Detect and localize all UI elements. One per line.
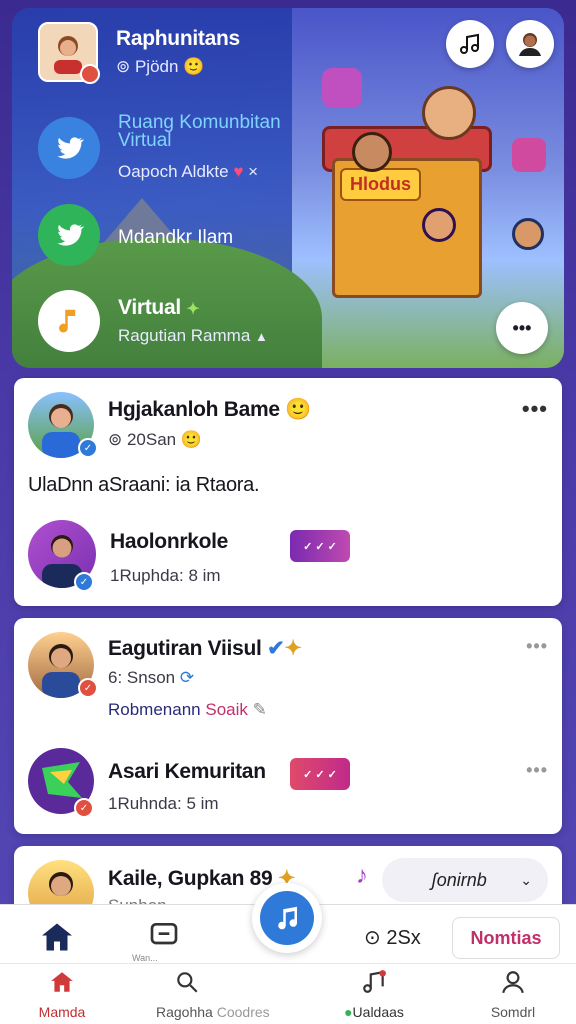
counter[interactable]: ⊙ 2Sx [364,925,421,950]
post-card[interactable]: ✓ Hgjakanloh Bame 🙂 ⊚ 20San 🙂 ••• UlaDnn… [14,378,562,606]
sub-item-title: Haolonrkole [110,530,229,553]
character-figure [352,132,392,172]
nomtias-button[interactable]: Nomtias [452,917,560,959]
nav-label: Mamda [38,1004,86,1020]
home-button[interactable] [38,919,76,960]
post-meta: ⊚ 20San 🙂 [108,430,203,449]
profile-avatar-button[interactable] [506,20,554,68]
bottom-bar: Wan... ⊙ 2Sx Nomtias Mamda Ragohha Coodr… [0,883,576,1024]
dropdown-value: ʃonirnb [431,869,487,890]
hero-item[interactable]: Ruang Komunbitan Virtual Oapoch Aldkte ♥… [38,112,308,182]
chat-button[interactable] [148,919,180,956]
sub-item-meta: 1Ruphda: 8 im [110,566,221,585]
post-title: Eagutiran Viisul ✔✦ [108,637,302,660]
post-link-line: Robmenann Soaik ✎ [108,700,267,719]
search-icon [177,972,198,993]
music-note-icon: ♪ [356,862,368,889]
person-icon [519,33,541,56]
sparkle-icon: ✦ [284,637,302,660]
nav-item-profile[interactable]: Somdrl [480,969,546,1020]
hero-item[interactable]: Raphunitans ⊚ Pjödn 🙂 [38,22,240,84]
nav-label: Coodres [216,1004,270,1020]
twitter-icon [38,117,100,179]
nav-item-music[interactable]: ●Ualdaas [338,969,410,1020]
nav-item-home[interactable]: Mamda [34,969,90,1020]
nav-label: Ragohha [156,1004,213,1020]
refresh-icon: ⟳ [179,668,195,687]
badge-icon: ✓ [74,798,94,818]
music-note-icon [260,891,314,945]
sub-item-meta: 1Ruhnda: 5 im [108,794,219,813]
badge-icon [80,64,100,84]
hero-item-subtitle: Oapoch Aldkte [118,162,229,181]
twitter-icon [38,204,100,266]
music-note-icon [38,290,100,352]
more-options-icon[interactable]: ••• [526,760,548,781]
status-dot-icon: ● [344,1004,353,1020]
scene-sign: Hlodus [340,168,421,201]
play-button[interactable] [252,883,322,953]
hero-item-subtitle: ⊚ Pjödn 🙂 [116,57,205,76]
close-mark: × [248,162,259,181]
more-icon: ••• [512,317,532,338]
hero-item-title: Raphunitans [116,27,240,50]
hero-item[interactable]: Virtual ✦ Ragutian Ramma ▲ [38,290,268,352]
sparkle-icon: ✦ [186,301,200,318]
nav-item-search[interactable]: Ragohha Coodres [156,969,296,1020]
post-body: UlaDnn aSraani: ia Rtaora. [28,474,260,496]
nav-label: Ualdaas [352,1004,404,1020]
sub-item-title: Asari Kemuritan [108,760,266,783]
post-meta: 6: Snson ⟳ [108,668,195,687]
avatar [38,22,100,84]
music-note-icon [460,33,479,54]
hero-item-subtitle: Ragutian Ramma ▲ [118,326,268,345]
hero-item-title: Ruang Komunbitan Virtual [118,112,281,151]
badge-icon: ✓ [78,678,98,698]
nav-label: Somdrl [490,1004,536,1020]
chevron-down-icon: ⌄ [520,871,532,888]
character-figure [322,68,362,108]
hero-item-title: Virtual ✦ [118,296,200,319]
sticker: ✓ ✓ ✓ [290,758,350,790]
chat-label: Wan... [132,953,158,963]
character-figure [422,86,476,140]
more-options-icon[interactable]: ••• [522,396,548,422]
more-options-icon[interactable]: ••• [526,636,548,657]
post-card[interactable]: ✓ Eagutiran Viisul ✔✦ 6: Snson ⟳ Robmena… [14,618,562,834]
hero-banner: Hlodus Raphunitans ⊚ Pjödn 🙂 Ruang Komun… [12,8,564,368]
chat-icon [150,923,178,945]
home-icon [51,972,73,992]
music-icon [363,970,386,993]
verified-badge-icon: ✓ [74,572,94,592]
pin-icon: ✎ [252,700,267,719]
verified-badge-icon: ✓ [78,438,98,458]
character-figure [512,218,544,250]
dropdown[interactable]: ʃonirnb ⌄ [382,858,548,902]
home-icon [42,923,72,951]
post-title: Hgjakanloh Bame 🙂 [108,398,312,421]
profile-icon [502,971,524,994]
character-figure [512,138,546,172]
heart-icon: ♥ [233,162,244,181]
hero-item[interactable]: Mdandkr Ilam [38,204,233,266]
more-button[interactable]: ••• [496,302,548,354]
sticker: ✓ ✓ ✓ [290,530,350,562]
hero-item-title: Mdandkr Ilam [118,227,234,248]
verified-check-icon: ✔ [267,637,285,660]
post-link[interactable]: Soaik [205,700,248,719]
post-title: Kaile, Gupkan 89 ✦ [108,867,296,890]
music-button[interactable] [446,20,494,68]
warning-icon: ▲ [255,329,268,344]
character-figure [422,208,456,242]
